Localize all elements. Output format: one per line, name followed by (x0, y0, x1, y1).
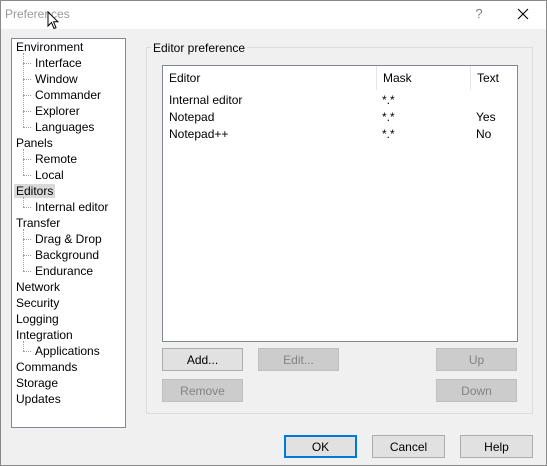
tree-item-label: Remote (35, 152, 78, 166)
window-title: Preferences (5, 7, 70, 21)
tree-connector (23, 53, 24, 127)
tree-item[interactable]: Commands (14, 359, 79, 375)
tree-item-label: Environment (16, 40, 84, 54)
tree-item[interactable]: Transfer (14, 215, 62, 231)
edit-button[interactable]: Edit... (258, 348, 339, 371)
preferences-tree[interactable]: Environment Interface Window Commander Explo… (11, 38, 126, 428)
tree-item-label: Drag & Drop (35, 232, 102, 246)
tree-item[interactable]: Security (14, 295, 61, 311)
cell-text: No (476, 127, 492, 141)
tree-item[interactable]: Languages (33, 119, 96, 135)
editor-preference-label: Editor preference (151, 41, 248, 55)
tree-item-label: Commander (35, 88, 102, 102)
tree-item[interactable]: Background (33, 247, 101, 263)
mouse-cursor-icon (47, 10, 60, 33)
tree-connector (23, 255, 31, 256)
tree-connector (23, 149, 24, 175)
tree-item[interactable]: Explorer (33, 103, 82, 119)
table-row[interactable]: Internal editor *.* (163, 92, 517, 109)
cell-editor: Notepad (169, 110, 215, 124)
tree-item[interactable]: Remote (33, 151, 79, 167)
table-row[interactable]: Notepad++ *.* No (163, 126, 517, 143)
tree-item-label: Endurance (35, 264, 94, 278)
tree-connector (23, 197, 24, 207)
help-button[interactable]: Help (460, 435, 533, 458)
close-button[interactable] (511, 3, 535, 25)
tree-item[interactable]: Logging (14, 311, 61, 327)
tree-connector (23, 239, 31, 240)
add-button[interactable]: Add... (162, 348, 243, 371)
preferences-dialog: Preferences ? Environment Interface Window… (0, 0, 547, 466)
cell-editor: Notepad++ (169, 127, 229, 141)
cell-text: Yes (476, 110, 496, 124)
cell-mask: *.* (382, 127, 395, 141)
close-icon (517, 8, 529, 20)
tree-item[interactable]: Window (33, 71, 80, 87)
cell-mask: *.* (382, 93, 395, 107)
cancel-button[interactable]: Cancel (372, 435, 445, 458)
tree-item[interactable]: Editors (14, 183, 56, 199)
tree-connector (23, 175, 31, 176)
tree-item-label: Network (16, 280, 61, 294)
tree-item[interactable]: Network (14, 279, 62, 295)
table-row[interactable]: Notepad *.* Yes (163, 109, 517, 126)
tree-item-label: Explorer (35, 104, 80, 118)
column-header-text[interactable]: Text (471, 66, 517, 90)
tree-item-label: Languages (35, 120, 95, 134)
tree-item[interactable]: Drag & Drop (33, 231, 104, 247)
tree-item[interactable]: Internal editor (33, 199, 110, 215)
ok-button[interactable]: OK (284, 435, 357, 458)
tree-connector (23, 127, 31, 128)
tree-item[interactable]: Storage (14, 375, 60, 391)
list-header: Editor Mask Text (163, 66, 517, 90)
tree-item-label: Window (35, 72, 78, 86)
tree-item-label: Storage (16, 376, 59, 390)
tree-item-label: Background (35, 248, 100, 262)
tree-connector (23, 351, 31, 352)
tree-item-label: Integration (16, 328, 73, 342)
tree-connector (23, 341, 24, 351)
tree-item-label: Applications (35, 344, 100, 358)
title-bar[interactable]: Preferences ? (1, 1, 546, 30)
tree-item[interactable]: Local (33, 167, 66, 183)
tree-item-label: Local (35, 168, 64, 182)
tree-item-label: Commands (16, 360, 78, 374)
tree-item-label: Transfer (16, 216, 61, 230)
up-button[interactable]: Up (436, 348, 517, 371)
tree-connector (23, 111, 31, 112)
tree-connector (23, 79, 31, 80)
tree-connector (23, 159, 31, 160)
column-header-mask[interactable]: Mask (377, 66, 471, 90)
tree-item[interactable]: Panels (14, 135, 55, 151)
tree-item[interactable]: Updates (14, 391, 63, 407)
cell-mask: *.* (382, 110, 395, 124)
column-header-editor[interactable]: Editor (163, 66, 377, 90)
tree-item-label: Editors (14, 184, 56, 198)
tree-connector (23, 207, 31, 208)
tree-item-label: Updates (16, 392, 61, 406)
tree-item-label: Internal editor (35, 200, 109, 214)
editor-list[interactable]: Editor Mask Text Internal editor *.* Not… (162, 65, 518, 342)
tree-item-label: Logging (16, 312, 59, 326)
tree-item[interactable]: Applications (33, 343, 102, 359)
tree-item[interactable]: Commander (33, 87, 103, 103)
down-button[interactable]: Down (436, 379, 517, 402)
tree-item[interactable]: Interface (33, 55, 84, 71)
tree-connector (23, 271, 31, 272)
tree-item[interactable]: Endurance (33, 263, 95, 279)
help-glyph-icon: ? (475, 6, 483, 21)
tree-item[interactable]: Environment (14, 39, 85, 55)
tree-item-label: Interface (35, 56, 82, 70)
tree-item-label: Security (16, 296, 60, 310)
tree-connector (23, 95, 31, 96)
cell-editor: Internal editor (169, 93, 243, 107)
tree-connector (23, 63, 31, 64)
tree-connector (23, 229, 24, 271)
remove-button[interactable]: Remove (162, 379, 243, 402)
help-title-button[interactable]: ? (467, 3, 491, 25)
tree-item-label: Panels (16, 136, 53, 150)
